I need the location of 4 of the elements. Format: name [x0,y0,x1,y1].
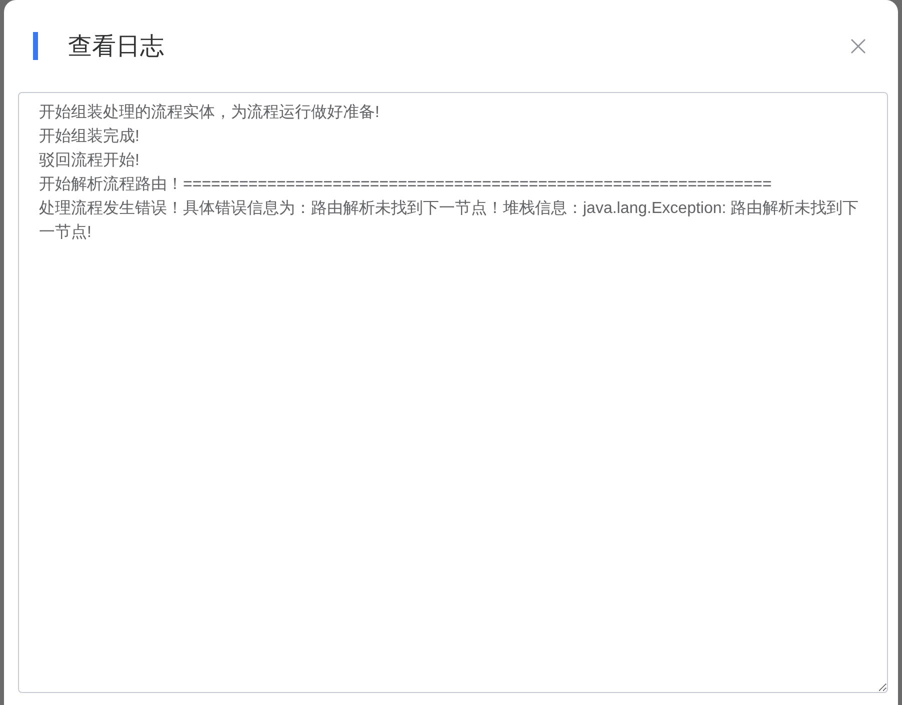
log-text-area[interactable]: 开始组装处理的流程实体，为流程运行做好准备! 开始组装完成! 驳回流程开始! 开始解析流程路由！=============================================================== 处理流程发生错误！具体错误信息为：路由解析未找到下一节点！堆栈信息：java.lang.Exception: 路由解析未找到下一节点! [18,92,888,693]
title-accent-bar [33,32,38,60]
close-button[interactable]: × [842,32,874,60]
dialog-title: 查看日志 [68,31,165,62]
